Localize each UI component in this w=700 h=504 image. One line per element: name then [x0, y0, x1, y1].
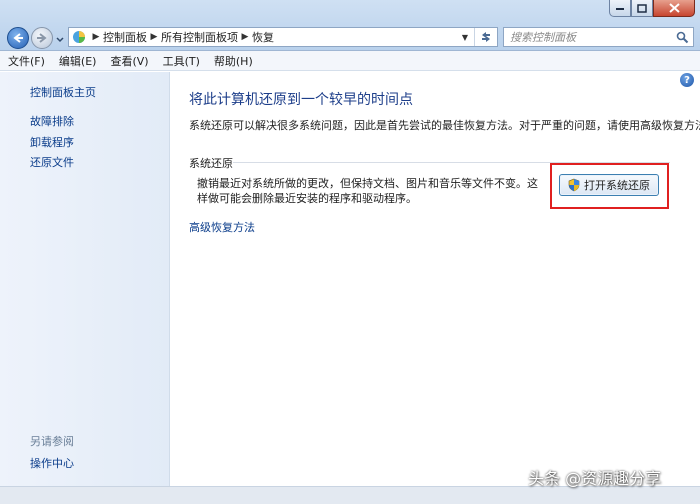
search-input[interactable] [504, 30, 671, 44]
chevron-down-icon [56, 37, 64, 43]
menu-file[interactable]: 文件(F) [8, 53, 45, 69]
breadcrumb-all-items[interactable]: 所有控制面板项 [161, 29, 238, 45]
system-restore-heading: 系统还原 [189, 157, 233, 170]
forward-button[interactable] [31, 27, 53, 49]
menu-tools[interactable]: 工具(T) [163, 53, 200, 69]
refresh-button[interactable] [474, 28, 497, 46]
page-title: 将此计算机还原到一个较早的时间点 [189, 92, 413, 108]
refresh-icon [482, 32, 490, 42]
control-panel-home-link[interactable]: 控制面板主页 [30, 84, 96, 100]
restore-files-link[interactable]: 还原文件 [30, 154, 74, 170]
uninstall-program-link[interactable]: 卸载程序 [30, 134, 74, 150]
system-restore-description: 撤销最近对系统所做的更改，但保持文档、图片和音乐等文件不变。这样做可能会删除最近… [197, 177, 538, 205]
advanced-recovery-link[interactable]: 高级恢复方法 [189, 219, 255, 235]
uac-shield-icon [568, 178, 580, 192]
control-panel-icon [69, 28, 89, 46]
close-icon [668, 3, 680, 13]
breadcrumb-separator[interactable]: ▶ [238, 32, 252, 42]
breadcrumb-control-panel[interactable]: 控制面板 [103, 29, 147, 45]
breadcrumb-separator[interactable]: ▶ [147, 32, 161, 42]
menu-bar: 文件(F) 编辑(E) 查看(V) 工具(T) 帮助(H) [0, 51, 700, 71]
troubleshooting-link[interactable]: 故障排除 [30, 113, 74, 129]
open-system-restore-button[interactable]: 打开系统还原 [559, 174, 659, 196]
menu-view[interactable]: 查看(V) [110, 53, 148, 69]
help-icon[interactable]: ? [680, 73, 694, 87]
breadcrumb-recovery[interactable]: 恢复 [252, 29, 274, 45]
search-box[interactable] [503, 27, 694, 47]
close-button[interactable] [653, 0, 695, 17]
menu-help[interactable]: 帮助(H) [214, 53, 253, 69]
address-history-dropdown[interactable]: ▼ [457, 28, 473, 46]
see-also-label: 另请参阅 [30, 435, 74, 448]
address-bar[interactable]: ▶ 控制面板 ▶ 所有控制面板项 ▶ 恢复 ▼ [68, 27, 498, 47]
minimize-button[interactable] [609, 0, 631, 17]
open-system-restore-label: 打开系统还原 [584, 179, 650, 192]
recent-pages-dropdown[interactable] [55, 33, 65, 45]
breadcrumb-separator[interactable]: ▶ [89, 32, 103, 42]
minimize-icon [616, 8, 624, 10]
watermark-text: 头条 @资源趣分享 [528, 469, 662, 488]
intro-text: 系统还原可以解决很多系统问题，因此是首先尝试的最佳恢复方法。对于严重的问题，请使… [189, 119, 700, 132]
window-titlebar: ▶ 控制面板 ▶ 所有控制面板项 ▶ 恢复 ▼ [0, 0, 700, 51]
maximize-icon [637, 3, 647, 13]
maximize-button[interactable] [631, 0, 653, 17]
search-icon [676, 31, 688, 43]
arrow-right-icon [37, 33, 47, 43]
search-button[interactable] [671, 28, 693, 46]
arrow-left-icon [13, 33, 23, 43]
left-navigation-pane: 控制面板主页 故障排除 卸载程序 还原文件 另请参阅 操作中心 [0, 72, 170, 486]
back-button[interactable] [7, 27, 29, 49]
menu-edit[interactable]: 编辑(E) [59, 53, 97, 69]
action-center-link[interactable]: 操作中心 [30, 455, 74, 471]
